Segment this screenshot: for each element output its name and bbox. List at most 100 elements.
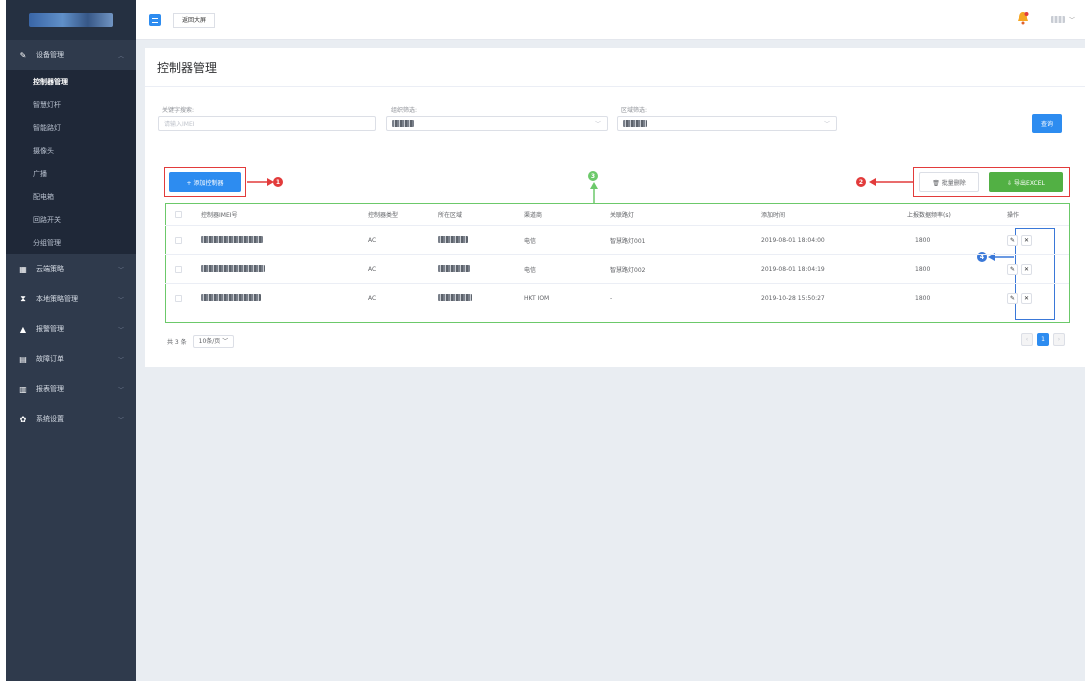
sidebar-item-broadcast[interactable]: 广播 — [6, 162, 136, 185]
delete-icon[interactable]: ✕ — [1021, 263, 1032, 275]
sidebar: ✎ 设备管理 ︿ 控制器管理 智慧灯杆 智能路灯 摄像头 广播 配电箱 回路开关… — [6, 0, 136, 681]
column-header-report-frequency: 上报数据频率(s) — [907, 212, 951, 219]
type-cell: AC — [368, 295, 377, 302]
sidebar-group-fault-orders[interactable]: ▤ 故障订单 ﹀ — [6, 344, 136, 374]
logo-image — [29, 13, 113, 27]
user-menu[interactable]: ﹀ — [1050, 15, 1075, 24]
delete-icon[interactable]: ✕ — [1021, 293, 1032, 304]
keyword-search-input[interactable]: 请输入IMEI — [158, 116, 376, 131]
sidebar-group-label: 报警管理 — [36, 325, 64, 333]
sidebar-submenu: 控制器管理 智慧灯杆 智能路灯 摄像头 广播 配电箱 回路开关 分组管理 — [6, 70, 136, 254]
chevron-down-icon: ﹀ — [117, 416, 124, 424]
divider — [145, 86, 1085, 87]
region-filter-label: 区域筛选: — [621, 107, 648, 114]
select-all-checkbox[interactable] — [175, 211, 182, 218]
prev-page-button[interactable]: ‹ — [1021, 333, 1033, 346]
menu-toggle-icon[interactable] — [149, 14, 161, 26]
sidebar-item-smart-streetlight[interactable]: 智能路灯 — [6, 116, 136, 139]
row-checkbox[interactable] — [175, 295, 182, 302]
lamp-cell: 智慧路灯001 — [610, 237, 646, 245]
top-header: 返回大屏 ﹀ — [136, 0, 1085, 40]
channel-cell: 电信 — [524, 266, 537, 274]
region-filter-select[interactable]: ﹀ — [617, 116, 837, 131]
row-checkbox[interactable] — [175, 236, 182, 244]
region-value — [438, 294, 472, 301]
sidebar-group-alarm[interactable]: ▲ 报警管理 ﹀ — [6, 314, 136, 344]
column-header-added-time: 添加时间 — [761, 212, 786, 219]
table-row: AC 电信 智慧路灯001 2019-08-01 18:04:00 1800 ✎… — [165, 226, 1069, 255]
sidebar-item-smart-pole[interactable]: 智慧灯杆 — [6, 93, 136, 116]
chevron-down-icon: ﹀ — [1068, 17, 1075, 24]
column-header-type: 控制器类型 — [368, 212, 399, 219]
table-header: 控制器IMEI号 控制器类型 所在区域 渠道商 关联路灯 添加时间 上报数据频率… — [165, 204, 1069, 226]
next-page-button[interactable]: › — [1053, 333, 1065, 346]
row-checkbox[interactable] — [175, 265, 182, 273]
sidebar-group-label: 设备管理 — [36, 51, 64, 59]
delete-icon[interactable]: ✕ — [1021, 234, 1032, 246]
sidebar-group-label: 本地策略管理 — [36, 295, 78, 303]
sidebar-item-group-management[interactable]: 分组管理 — [6, 231, 136, 254]
main-panel: 控制器管理 关键字搜索: 请输入IMEI 组织筛选: ﹀ 区域筛选: ﹀ 查询 … — [145, 48, 1085, 367]
channel-cell: HKT IOM — [524, 295, 550, 302]
annotation-badge-2: 2 — [856, 177, 866, 187]
bell-icon[interactable] — [1017, 11, 1029, 25]
time-cell: 2019-10-28 15:50:27 — [761, 295, 825, 302]
clipboard-icon: ▤ — [19, 354, 27, 364]
org-filter-label: 组织筛选: — [391, 107, 418, 114]
chevron-down-icon: ﹀ — [117, 296, 124, 304]
region-value — [438, 264, 470, 272]
time-cell: 2019-08-01 18:04:19 — [761, 265, 825, 273]
sidebar-group-label: 故障订单 — [36, 355, 64, 363]
edit-icon[interactable]: ✎ — [1007, 263, 1018, 275]
keyword-placeholder: 请输入IMEI — [164, 121, 195, 128]
page-number-button[interactable]: 1 — [1037, 333, 1049, 346]
frequency-cell: 1800 — [915, 295, 931, 302]
sidebar-item-controller-management[interactable]: 控制器管理 — [6, 70, 136, 93]
edit-icon[interactable]: ✎ — [1007, 234, 1018, 246]
table-row: AC HKT IOM - 2019-10-28 15:50:27 1800 ✎ ✕ — [165, 284, 1069, 313]
back-to-dashboard-button[interactable]: 返回大屏 — [173, 13, 216, 28]
lamp-cell: - — [610, 295, 613, 302]
sidebar-item-circuit-switch[interactable]: 回路开关 — [6, 208, 136, 231]
sidebar-group-local-strategy[interactable]: ⧗ 本地策略管理 ﹀ — [6, 284, 136, 314]
lamp-cell: 智慧路灯002 — [610, 266, 646, 274]
type-cell: AC — [368, 265, 377, 273]
chevron-up-icon: ︿ — [117, 52, 124, 60]
logo — [6, 0, 136, 40]
sidebar-group-cloud-strategy[interactable]: ▦ 云端策略 ﹀ — [6, 254, 136, 284]
column-header-actions: 操作 — [1007, 212, 1020, 219]
gear-icon: ✿ — [19, 414, 27, 424]
imei-value — [201, 235, 263, 243]
sidebar-item-distribution-box[interactable]: 配电箱 — [6, 185, 136, 208]
sidebar-group-label: 云端策略 — [36, 265, 64, 273]
annotation-box-1 — [164, 167, 246, 197]
sidebar-group-device-management[interactable]: ✎ 设备管理 ︿ — [6, 40, 136, 70]
column-header-imei: 控制器IMEI号 — [201, 212, 238, 219]
frequency-cell: 1800 — [915, 236, 931, 244]
annotation-box-2 — [913, 167, 1070, 197]
pagination-info: 共 3 条 10条/页 ﹀ — [167, 335, 235, 348]
pagination: ‹ 1 › — [1021, 333, 1065, 346]
annotation-arrow-3 — [590, 182, 598, 204]
frequency-cell: 1800 — [915, 265, 931, 273]
sidebar-item-camera[interactable]: 摄像头 — [6, 139, 136, 162]
org-filter-select[interactable]: ﹀ — [386, 116, 608, 131]
page-size-value: 10条/页 — [198, 338, 221, 345]
region-value — [438, 235, 468, 243]
chevron-down-icon: ﹀ — [117, 386, 124, 394]
column-header-region: 所在区域 — [438, 212, 463, 219]
channel-cell: 电信 — [524, 237, 537, 245]
avatar — [1050, 16, 1065, 23]
sidebar-menu: ✎ 设备管理 ︿ 控制器管理 智慧灯杆 智能路灯 摄像头 广播 配电箱 回路开关… — [6, 40, 136, 434]
annotation-badge-1: 1 — [273, 177, 283, 187]
annotation-arrow-2 — [869, 178, 913, 186]
org-selected-value — [392, 120, 414, 127]
server-icon: ▦ — [19, 264, 27, 274]
sidebar-group-reports[interactable]: ▥ 报表管理 ﹀ — [6, 374, 136, 404]
type-cell: AC — [368, 236, 377, 244]
wrench-icon: ✎ — [19, 50, 27, 60]
sidebar-group-system-settings[interactable]: ✿ 系统设置 ﹀ — [6, 404, 136, 434]
edit-icon[interactable]: ✎ — [1007, 293, 1018, 304]
query-button[interactable]: 查询 — [1032, 114, 1062, 133]
page-size-select[interactable]: 10条/页 ﹀ — [192, 335, 235, 348]
